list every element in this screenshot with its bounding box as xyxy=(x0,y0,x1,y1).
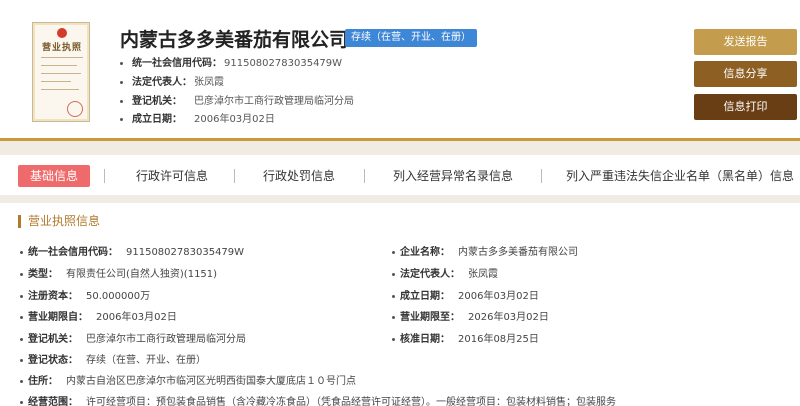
header-info-value: 巴彦淖尔市工商行政管理局临河分局 xyxy=(194,96,354,107)
field-label: 注册资本： xyxy=(28,291,78,302)
field-address: 住所： 内蒙古自治区巴彦淖尔市临河区光明西街国泰大厦底店１０号门点 xyxy=(20,372,356,387)
field-business-scope: 经营范围： 许可经营项目：预包装食品销售（含冷藏冷冻食品）（凭食品经营许可证经营）… xyxy=(20,393,616,406)
field-label: 住所： xyxy=(28,376,58,387)
field-value: 许可经营项目：预包装食品销售（含冷藏冷冻食品）（凭食品经营许可证经营）。一般经营… xyxy=(86,397,616,406)
field-label: 核准日期： xyxy=(400,334,450,345)
field-term-start: 营业期限自： 2006年03月02日 xyxy=(20,308,177,323)
field-value: 2026年03月02日 xyxy=(468,312,549,323)
field-label: 统一社会信用代码： xyxy=(28,247,118,258)
field-value: 巴彦淖尔市工商行政管理局临河分局 xyxy=(86,334,246,345)
field-label: 营业期限自： xyxy=(28,312,88,323)
header-info-label: 成立日期： xyxy=(132,114,182,125)
tab-divider xyxy=(104,169,105,183)
tab-admin-license[interactable]: 行政许可信息 xyxy=(131,165,213,187)
tab-abnormal-operation[interactable]: 列入经营异常名录信息 xyxy=(388,165,518,187)
license-text-line xyxy=(41,81,71,82)
license-info-panel: 营业执照信息 统一社会信用代码： 91150802783035479W 类型： 有限… xyxy=(0,203,800,406)
field-value: 内蒙古多多美番茄有限公司 xyxy=(458,247,578,258)
section-title: 营业执照信息 xyxy=(18,215,100,228)
header-info-label: 登记机关： xyxy=(132,96,182,107)
license-thumbnail-title: 营业执照 xyxy=(41,43,82,53)
field-value: 50.000000万 xyxy=(86,291,151,302)
field-label: 法定代表人： xyxy=(400,269,460,280)
print-info-button[interactable]: 信息打印 xyxy=(694,94,797,120)
license-text-line xyxy=(41,73,81,74)
field-value: 2016年08月25日 xyxy=(458,334,539,345)
send-report-button[interactable]: 发送报告 xyxy=(694,29,797,55)
national-emblem-icon xyxy=(57,28,67,38)
license-text-line xyxy=(41,89,79,90)
field-approval-date: 核准日期： 2016年08月25日 xyxy=(392,330,539,345)
field-registration-status: 登记状态： 存续（在营、开业、在册） xyxy=(20,351,206,366)
license-text-line xyxy=(41,57,83,58)
tab-divider xyxy=(234,169,235,183)
field-term-end: 营业期限至： 2026年03月02日 xyxy=(392,308,549,323)
field-established-date: 成立日期： 2006年03月02日 xyxy=(392,287,539,302)
field-label: 成立日期： xyxy=(400,291,450,302)
share-info-button[interactable]: 信息分享 xyxy=(694,61,797,87)
header-info-value: 张凤霞 xyxy=(194,77,224,88)
field-label: 经营范围： xyxy=(28,397,78,406)
header-info-registration-authority: 登记机关： 巴彦淖尔市工商行政管理局临河分局 xyxy=(120,92,354,107)
company-name-title: 内蒙古多多美番茄有限公司 xyxy=(120,29,349,51)
company-header-card: 营业执照 内蒙古多多美番茄有限公司 存续（在营、开业、在册） 统一社会信用代码：… xyxy=(0,0,800,141)
field-company-name: 企业名称： 内蒙古多多美番茄有限公司 xyxy=(392,243,578,258)
field-registered-capital: 注册资本： 50.000000万 xyxy=(20,287,150,302)
tab-divider xyxy=(364,169,365,183)
field-value: 91150802783035479W xyxy=(126,247,245,258)
status-badge: 存续（在营、开业、在册） xyxy=(345,29,477,47)
tab-divider xyxy=(541,169,542,183)
field-label: 企业名称： xyxy=(400,247,450,258)
field-label: 登记状态： xyxy=(28,355,78,366)
header-info-credit-code: 统一社会信用代码： 91150802783035479W xyxy=(120,54,342,69)
header-info-established-date: 成立日期： 2006年03月02日 xyxy=(120,110,275,125)
header-info-label: 统一社会信用代码： xyxy=(132,58,222,69)
field-value: 存续（在营、开业、在册） xyxy=(86,355,206,366)
tab-basic-info[interactable]: 基础信息 xyxy=(18,165,90,187)
tab-admin-penalty[interactable]: 行政处罚信息 xyxy=(258,165,340,187)
tab-blacklist[interactable]: 列入严重违法失信企业名单（黑名单）信息 xyxy=(566,165,800,187)
field-registration-authority: 登记机关： 巴彦淖尔市工商行政管理局临河分局 xyxy=(20,330,246,345)
info-tabs-bar: 基础信息 行政许可信息 行政处罚信息 列入经营异常名录信息 列入严重违法失信企业… xyxy=(0,155,800,195)
field-company-type: 类型： 有限责任公司(自然人独资)(1151) xyxy=(20,265,217,280)
header-info-value: 2006年03月02日 xyxy=(194,114,275,125)
field-value: 内蒙古自治区巴彦淖尔市临河区光明西街国泰大厦底店１０号门点 xyxy=(66,376,356,387)
field-label: 登记机关： xyxy=(28,334,78,345)
field-value: 2006年03月02日 xyxy=(458,291,539,302)
license-stamp-icon xyxy=(67,101,83,117)
field-legal-representative: 法定代表人： 张凤霞 xyxy=(392,265,498,280)
field-value: 有限责任公司(自然人独资)(1151) xyxy=(66,269,218,280)
field-credit-code: 统一社会信用代码： 91150802783035479W xyxy=(20,243,244,258)
header-info-value: 91150802783035479W xyxy=(224,58,343,69)
field-value: 2006年03月02日 xyxy=(96,312,177,323)
field-value: 张凤霞 xyxy=(468,269,498,280)
business-license-thumbnail[interactable]: 营业执照 xyxy=(32,22,90,122)
header-info-legal-rep: 法定代表人： 张凤霞 xyxy=(120,73,224,88)
field-label: 营业期限至： xyxy=(400,312,460,323)
field-label: 类型： xyxy=(28,269,58,280)
license-text-line xyxy=(41,65,77,66)
header-info-label: 法定代表人： xyxy=(132,77,192,88)
